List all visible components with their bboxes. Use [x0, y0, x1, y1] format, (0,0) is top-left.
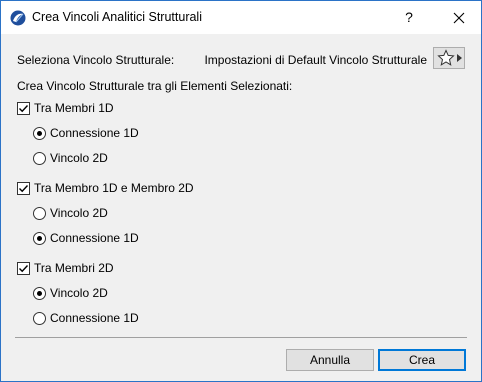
title-bar[interactable]: Crea Vincoli Analitici Strutturali ?	[1, 1, 481, 34]
checkbox[interactable]	[17, 102, 30, 115]
checkmark-icon	[19, 265, 29, 273]
radio-button[interactable]	[33, 232, 46, 245]
close-button[interactable]	[439, 3, 479, 31]
checkbox-label: Tra Membro 1D e Membro 2D	[34, 181, 194, 195]
close-icon	[453, 12, 465, 24]
radio-label: Connessione 1D	[50, 126, 139, 140]
radio-label: Connessione 1D	[50, 231, 139, 245]
dialog-window: Crea Vincoli Analitici Strutturali ? Sel…	[0, 0, 482, 382]
selected-constraint-text: Impostazioni di Default Vincolo Struttur…	[204, 53, 427, 67]
help-button[interactable]: ?	[394, 3, 424, 31]
radio-selected-dot	[37, 236, 42, 241]
checkmark-icon	[19, 185, 29, 193]
checkmark-icon	[19, 105, 29, 113]
selected-constraint-value[interactable]: Impostazioni di Default Vincolo Struttur…	[197, 53, 427, 67]
radio-label: Vincolo 2D	[50, 286, 108, 300]
section-heading: Crea Vincolo Strutturale tra gli Element…	[17, 79, 293, 93]
radio-button[interactable]	[33, 152, 46, 165]
radio-label: Vincolo 2D	[50, 151, 108, 165]
radio-label: Connessione 1D	[50, 311, 139, 325]
radio-button[interactable]	[33, 127, 46, 140]
arrow-right-icon	[457, 54, 462, 62]
radio-label: Vincolo 2D	[50, 206, 108, 220]
radio-button[interactable]	[33, 207, 46, 220]
favorites-button[interactable]	[433, 47, 465, 69]
checkbox[interactable]	[17, 262, 30, 275]
checkbox-label: Tra Membri 2D	[34, 261, 114, 275]
radio-selected-dot	[37, 291, 42, 296]
checkbox[interactable]	[17, 182, 30, 195]
radio-selected-dot	[37, 131, 42, 136]
create-button[interactable]: Crea	[378, 349, 466, 371]
cancel-button[interactable]: Annulla	[286, 349, 374, 371]
radio-button[interactable]	[33, 287, 46, 300]
separator	[15, 337, 467, 338]
star-icon	[437, 49, 455, 66]
app-icon	[10, 10, 26, 26]
checkbox-label: Tra Membri 1D	[34, 101, 114, 115]
window-title: Crea Vincoli Analitici Strutturali	[32, 10, 202, 24]
select-constraint-label: Seleziona Vincolo Strutturale:	[17, 53, 175, 67]
radio-button[interactable]	[33, 312, 46, 325]
